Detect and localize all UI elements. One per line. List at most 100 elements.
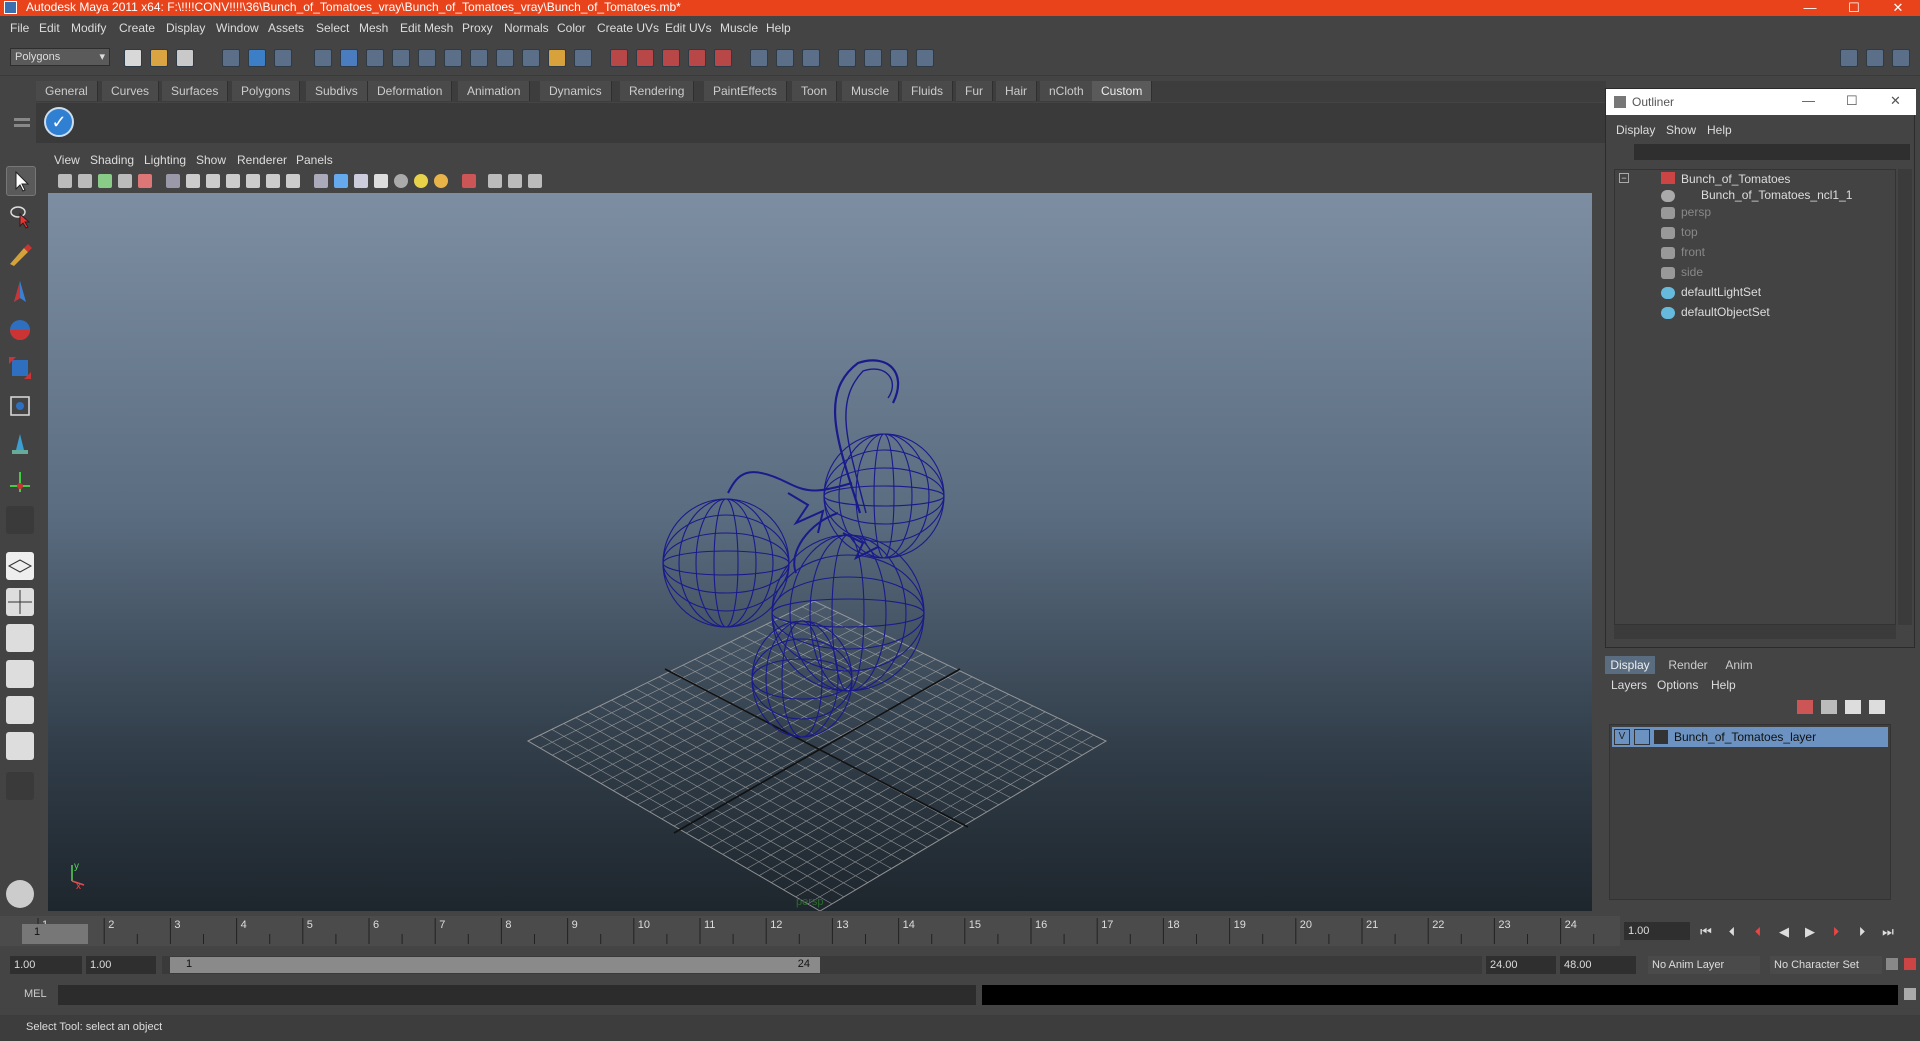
command-input[interactable] <box>58 985 976 1005</box>
outliner-menu-help[interactable]: Help <box>1707 123 1732 137</box>
range-track[interactable]: 1 24 <box>162 956 1482 974</box>
outliner-persp-layout-icon[interactable] <box>6 624 34 652</box>
outliner-item-bunch-of-tomatoes[interactable]: Bunch_of_Tomatoes <box>1681 172 1790 186</box>
select-object-icon[interactable] <box>248 49 266 67</box>
gate-mask-icon[interactable] <box>226 174 240 188</box>
render-view-icon[interactable] <box>838 49 856 67</box>
animation-start-field[interactable]: 1.00 <box>10 956 82 974</box>
image-plane-icon[interactable] <box>118 174 132 188</box>
select-tool-icon[interactable] <box>6 166 36 196</box>
maximize-button[interactable]: ☐ <box>1832 0 1876 16</box>
collapse-icon[interactable]: − <box>1619 173 1629 183</box>
wireframe-on-shaded-icon[interactable] <box>354 174 368 188</box>
layer-menu-help[interactable]: Help <box>1711 678 1736 692</box>
tab-dynamics[interactable]: Dynamics <box>540 81 612 101</box>
show-manipulator-icon[interactable] <box>6 468 34 496</box>
panel-menu-lighting[interactable]: Lighting <box>144 153 186 167</box>
single-pane-layout-icon[interactable] <box>6 552 34 580</box>
current-frame-marker[interactable]: 1 <box>22 924 88 944</box>
time-slider[interactable]: 123456789101112131415161718192021222324 … <box>0 916 1620 946</box>
step-forward-frame-icon[interactable]: ⏵ <box>1852 924 1872 942</box>
last-tool-icon[interactable] <box>6 506 34 534</box>
smooth-shade-icon[interactable] <box>334 174 348 188</box>
outliner-maximize-button[interactable]: ☐ <box>1846 93 1858 109</box>
soft-modification-icon[interactable] <box>6 430 34 458</box>
pick-mask-icon[interactable] <box>314 49 332 67</box>
select-camera-icon[interactable] <box>58 174 72 188</box>
play-forward-icon[interactable]: ▶ <box>1800 924 1820 942</box>
lasso-tool-icon[interactable] <box>6 202 34 230</box>
snap-point-icon[interactable] <box>662 49 680 67</box>
outliner-filter-input[interactable] <box>1634 144 1910 160</box>
menu-create-uvs[interactable]: Create UVs <box>597 21 659 35</box>
backface-culling-icon[interactable] <box>528 174 542 188</box>
persp-outliner-layout-icon[interactable] <box>6 732 34 760</box>
select-surfaces-icon[interactable] <box>418 49 436 67</box>
tab-fluids[interactable]: Fluids <box>902 81 954 101</box>
wireframe-icon[interactable] <box>314 174 328 188</box>
outliner-close-button[interactable]: ✕ <box>1890 93 1901 109</box>
auto-key-icon[interactable] <box>1886 958 1898 970</box>
safe-action-icon[interactable] <box>266 174 280 188</box>
tab-toon[interactable]: Toon <box>792 81 838 101</box>
minimize-button[interactable]: — <box>1788 0 1832 16</box>
panel-menu-view[interactable]: View <box>54 153 80 167</box>
character-set-select[interactable]: No Character Set <box>1770 956 1882 974</box>
layer-tab-render[interactable]: Render <box>1663 656 1713 674</box>
outliner-minimize-button[interactable]: — <box>1802 93 1815 108</box>
outliner-item-front[interactable]: front <box>1681 245 1705 259</box>
panel-menu-shading[interactable]: Shading <box>90 153 134 167</box>
resolution-gate-icon[interactable] <box>206 174 220 188</box>
ipr-render-icon[interactable] <box>890 49 908 67</box>
camera-attributes-icon[interactable] <box>78 174 92 188</box>
paint-select-tool-icon[interactable] <box>6 240 34 268</box>
tab-deformation[interactable]: Deformation <box>368 81 453 101</box>
playback-start-field[interactable]: 1.00 <box>86 956 156 974</box>
lock-selection-icon[interactable] <box>548 49 566 67</box>
step-back-key-icon[interactable]: ⏴ <box>1748 924 1768 942</box>
panel-menu-panels[interactable]: Panels <box>296 153 333 167</box>
layer-selection-icon[interactable] <box>1869 700 1885 714</box>
layer-menu-options[interactable]: Options <box>1657 678 1698 692</box>
close-button[interactable]: ✕ <box>1876 0 1920 16</box>
layer-display-type-toggle[interactable] <box>1634 729 1650 745</box>
menu-help[interactable]: Help <box>766 21 791 35</box>
outliner-item-tomatoes-mesh[interactable]: Bunch_of_Tomatoes_ncl1_1 <box>1701 188 1852 202</box>
animation-end-field[interactable]: 48.00 <box>1560 956 1636 974</box>
new-layer-icon[interactable] <box>1797 700 1813 714</box>
menu-color[interactable]: Color <box>557 21 586 35</box>
select-deformations-icon[interactable] <box>444 49 462 67</box>
layer-row[interactable]: V Bunch_of_Tomatoes_layer <box>1612 727 1888 747</box>
all-lights-icon[interactable] <box>414 174 428 188</box>
select-joints-icon[interactable] <box>366 49 384 67</box>
bookmarks-icon[interactable] <box>98 174 112 188</box>
show-channel-box-icon[interactable] <box>1892 49 1910 67</box>
save-scene-icon[interactable] <box>176 49 194 67</box>
scale-tool-icon[interactable] <box>6 354 34 382</box>
snap-grid-icon[interactable] <box>610 49 628 67</box>
menu-select[interactable]: Select <box>316 21 349 35</box>
range-bar[interactable]: 1 24 <box>170 957 820 973</box>
menu-create[interactable]: Create <box>119 21 155 35</box>
menu-edit-mesh[interactable]: Edit Mesh <box>400 21 453 35</box>
select-component-icon[interactable] <box>274 49 292 67</box>
new-scene-icon[interactable] <box>124 49 142 67</box>
layout-options-icon[interactable] <box>6 772 34 800</box>
snap-curve-icon[interactable] <box>636 49 654 67</box>
two-d-pan-zoom-icon[interactable] <box>138 174 152 188</box>
layer-color-swatch[interactable] <box>1654 730 1668 744</box>
menu-proxy[interactable]: Proxy <box>462 21 493 35</box>
menu-display[interactable]: Display <box>166 21 205 35</box>
layer-tab-anim[interactable]: Anim <box>1719 656 1759 674</box>
four-pane-layout-icon[interactable] <box>6 588 34 616</box>
tab-surfaces[interactable]: Surfaces <box>162 81 229 101</box>
outliner-item-default-light-set[interactable]: defaultLightSet <box>1681 285 1761 299</box>
shelf-menu-icon[interactable] <box>14 108 32 138</box>
show-attribute-editor-icon[interactable] <box>1840 49 1858 67</box>
step-back-frame-icon[interactable]: ⏴ <box>1722 924 1742 942</box>
tab-custom[interactable]: Custom <box>1092 81 1153 101</box>
menu-edit-uvs[interactable]: Edit UVs <box>665 21 712 35</box>
highlight-selection-icon[interactable] <box>574 49 592 67</box>
menu-muscle[interactable]: Muscle <box>720 21 758 35</box>
select-handles-icon[interactable] <box>340 49 358 67</box>
